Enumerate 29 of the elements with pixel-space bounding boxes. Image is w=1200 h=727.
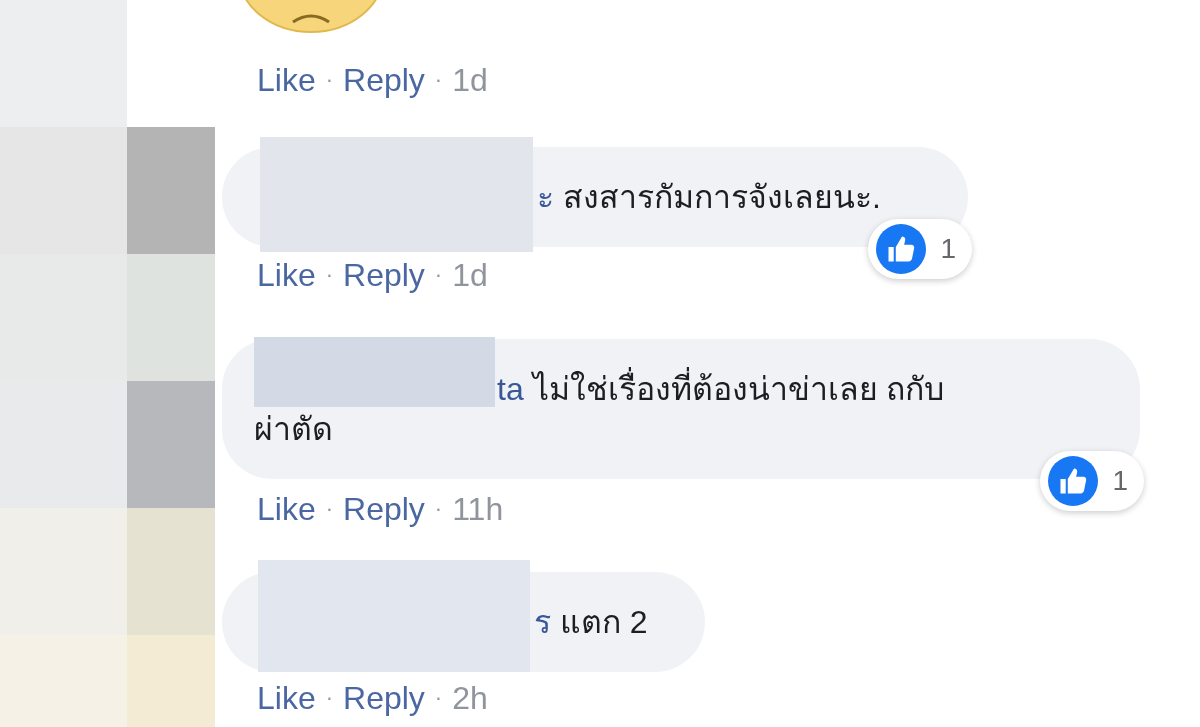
timestamp: 1d: [452, 61, 488, 100]
reaction-count: 1: [1112, 464, 1128, 498]
separator: ·: [434, 261, 443, 289]
separator: ·: [325, 495, 334, 523]
like-link[interactable]: Like: [257, 60, 316, 100]
reply-link[interactable]: Reply: [343, 60, 425, 100]
timestamp: 2h: [452, 679, 488, 718]
comment-text: ร แตก 2: [533, 603, 649, 642]
reply-link[interactable]: Reply: [343, 489, 425, 529]
reply-link[interactable]: Reply: [343, 255, 425, 295]
separator: ·: [325, 66, 334, 94]
separator: ·: [325, 261, 334, 289]
separator: ·: [434, 495, 443, 523]
like-link[interactable]: Like: [257, 255, 316, 295]
reaction-badge[interactable]: 1: [868, 219, 972, 279]
comment-text: ta ไม่ใช่เรื่องที่ต้องน่าข่าเลย ถกับ ผ่าตัด: [254, 369, 1108, 449]
thumbs-up-icon: [1048, 456, 1099, 506]
timestamp: 1d: [452, 256, 488, 295]
like-link[interactable]: Like: [257, 489, 316, 529]
separator: ·: [434, 66, 443, 94]
separator: ·: [325, 684, 334, 712]
reaction-count: 1: [940, 232, 956, 266]
timestamp: 11h: [452, 490, 504, 529]
like-link[interactable]: Like: [257, 678, 316, 718]
comment-text: ะ สงสารกัมการจังเลยนะ.: [536, 178, 882, 217]
separator: ·: [434, 684, 443, 712]
reply-link[interactable]: Reply: [343, 678, 425, 718]
thumbs-up-icon: [876, 224, 927, 274]
reaction-badge[interactable]: 1: [1040, 451, 1144, 511]
